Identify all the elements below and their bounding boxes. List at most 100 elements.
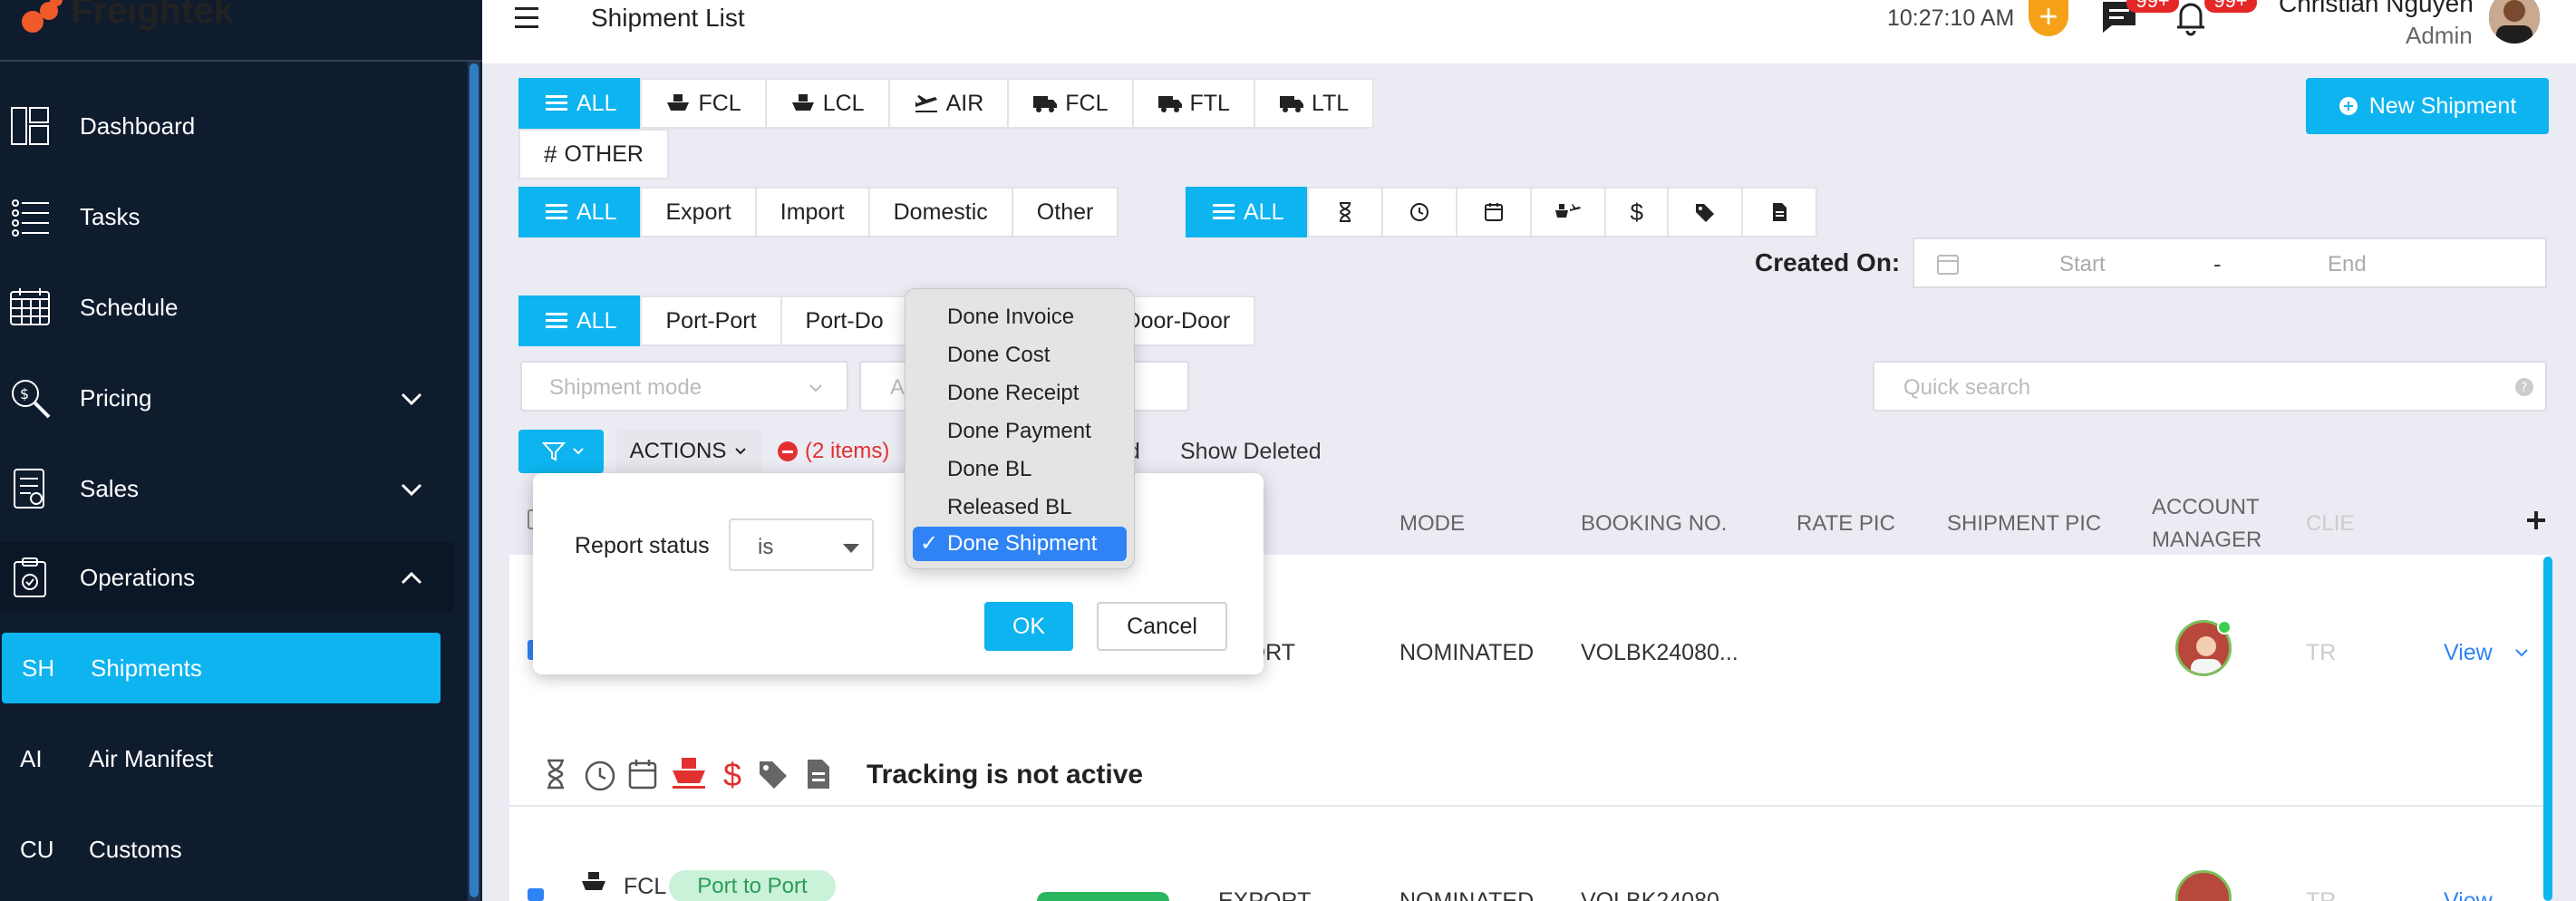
option-done-invoice[interactable]: Done Invoice — [913, 300, 1127, 334]
clock-icon[interactable] — [584, 760, 616, 792]
sidebar-item-air-manifest[interactable]: AI Air Manifest — [0, 723, 453, 794]
tab-mode-fcl-truck[interactable]: FCL — [1007, 78, 1134, 129]
tab-label: FCL — [698, 90, 741, 116]
tab-mode-all[interactable]: ALL — [518, 78, 643, 129]
tab-label: Port-Do — [805, 307, 884, 334]
sidebar-item-operations[interactable]: Operations — [0, 542, 453, 613]
shipment-mode-select[interactable]: Shipment mode — [520, 361, 848, 412]
column-header-booking-no[interactable]: BOOKING NO. — [1581, 511, 1727, 537]
status-tabs: ALL $ — [1186, 187, 1817, 237]
tags-icon[interactable] — [756, 758, 790, 790]
help-icon[interactable]: ? — [2514, 377, 2534, 397]
notification-badge: 99+ — [2204, 0, 2257, 13]
sidebar-item-sales[interactable]: Sales — [0, 453, 453, 524]
view-link[interactable]: View — [2444, 888, 2493, 901]
option-done-receipt[interactable]: Done Receipt — [913, 376, 1127, 411]
tab-status-clock[interactable] — [1381, 187, 1458, 237]
calendar-icon — [10, 288, 50, 325]
tab-status-calendar[interactable] — [1456, 187, 1533, 237]
hamburger-menu-icon[interactable] — [513, 2, 540, 34]
document-icon[interactable] — [805, 758, 832, 790]
secondary-filter-placeholder: A — [890, 375, 905, 400]
tab-label: LTL — [1311, 90, 1350, 116]
chevron-down-icon — [735, 448, 747, 455]
sidebar-item-shipments[interactable]: SH Shipments — [2, 633, 441, 703]
tab-status-tags[interactable] — [1666, 187, 1743, 237]
tab-mode-other[interactable]: # OTHER — [518, 129, 669, 179]
column-header-rate-pic[interactable]: RATE PIC — [1796, 511, 1895, 537]
option-done-cost[interactable]: Done Cost — [913, 338, 1127, 373]
new-shipment-button[interactable]: New Shipment — [2306, 78, 2549, 134]
created-date-range[interactable]: Start - End — [1913, 237, 2547, 288]
cancel-button[interactable]: Cancel — [1097, 602, 1227, 651]
ok-button[interactable]: OK — [984, 602, 1073, 651]
remove-circle-icon[interactable] — [778, 441, 798, 461]
view-link[interactable]: View — [2444, 640, 2493, 666]
page-title: Shipment List — [591, 4, 745, 32]
table-scrollbar[interactable] — [2543, 557, 2552, 901]
tab-mode-ftl[interactable]: FTL — [1131, 78, 1255, 129]
user-name[interactable]: Christian Nguyen — [2279, 0, 2474, 18]
option-done-shipment[interactable]: ✓ Done Shipment — [913, 527, 1127, 561]
bell-icon[interactable] — [2174, 0, 2208, 36]
sidebar-item-pricing[interactable]: $ Pricing — [0, 363, 453, 433]
dollar-icon[interactable]: $ — [723, 756, 741, 794]
column-header-account[interactable]: ACCOUNT — [2152, 495, 2260, 520]
selected-items-indicator[interactable]: (2 items) — [778, 439, 889, 464]
tab-route-all[interactable]: ALL — [518, 295, 643, 346]
ship-icon[interactable] — [671, 756, 707, 790]
button-label: New Shipment — [2368, 92, 2517, 119]
tab-route-port-port[interactable]: Port-Port — [640, 295, 782, 346]
actions-dropdown-button[interactable]: ACTIONS — [616, 430, 761, 473]
date-start-placeholder[interactable]: Start — [2059, 252, 2106, 277]
filter-button[interactable] — [518, 430, 604, 473]
chevron-up-icon — [401, 571, 422, 585]
sidebar-item-customs[interactable]: CU Customs — [0, 814, 453, 885]
hourglass-icon[interactable] — [542, 758, 569, 790]
row-booking-no[interactable]: VOLBK24080... — [1581, 640, 1738, 666]
option-released-bl[interactable]: Released BL — [913, 490, 1127, 525]
date-end-placeholder[interactable]: End — [2328, 252, 2367, 277]
sidebar-item-abbr: CU — [20, 836, 54, 863]
quick-search-input[interactable]: Quick search ? — [1873, 361, 2547, 412]
tab-direction-import[interactable]: Import — [754, 187, 870, 237]
svg-text:?: ? — [2521, 381, 2527, 395]
row-booking-no[interactable]: VOLBK24080 — [1581, 888, 1719, 901]
row-checkbox[interactable] — [528, 888, 544, 901]
tab-status-document[interactable] — [1740, 187, 1817, 237]
tab-status-all[interactable]: ALL — [1186, 187, 1310, 237]
sidebar-item-dashboard[interactable]: Dashboard — [0, 91, 453, 161]
tab-mode-air[interactable]: AIR — [887, 78, 1010, 129]
tab-direction-other[interactable]: Other — [1011, 187, 1119, 237]
quick-search-placeholder: Quick search — [1903, 375, 2031, 400]
option-done-payment[interactable]: Done Payment — [913, 414, 1127, 449]
calendar-icon[interactable] — [627, 758, 658, 790]
status-dropdown: Done Invoice Done Cost Done Receipt Done… — [905, 288, 1135, 569]
show-deleted-toggle[interactable]: Show Deleted — [1180, 439, 1322, 465]
ship-icon — [791, 94, 814, 111]
sidebar-item-tasks[interactable]: Tasks — [0, 181, 453, 252]
tab-mode-lcl[interactable]: LCL — [764, 78, 890, 129]
column-header-mode[interactable]: MODE — [1399, 511, 1465, 537]
chevron-down-icon[interactable] — [2513, 644, 2531, 662]
column-header-shipment-pic[interactable]: SHIPMENT PIC — [1947, 511, 2101, 537]
add-column-icon[interactable] — [2525, 509, 2547, 531]
column-header-client[interactable]: CLIE — [2306, 511, 2354, 537]
operator-select[interactable]: is — [729, 518, 874, 571]
sidebar-item-label: Customs — [89, 836, 182, 863]
sidebar-scrollbar-thumb[interactable] — [470, 63, 479, 897]
mode-tabs-other: # OTHER — [518, 129, 669, 179]
sidebar-item-schedule[interactable]: Schedule — [0, 272, 453, 343]
option-done-bl[interactable]: Done BL — [913, 452, 1127, 487]
tab-mode-ltl[interactable]: LTL — [1253, 78, 1375, 129]
chevron-down-icon — [809, 384, 822, 392]
direction-tabs: ALL Export Import Domestic Other — [518, 187, 1119, 237]
tab-mode-fcl-sea[interactable]: FCL — [640, 78, 767, 129]
tab-status-payment[interactable]: $ — [1604, 187, 1669, 237]
tab-direction-all[interactable]: ALL — [518, 187, 643, 237]
sales-document-icon — [14, 469, 44, 509]
tab-direction-domestic[interactable]: Domestic — [867, 187, 1013, 237]
tab-status-transport[interactable] — [1530, 187, 1607, 237]
tab-status-pending[interactable] — [1307, 187, 1384, 237]
tab-direction-export[interactable]: Export — [640, 187, 757, 237]
